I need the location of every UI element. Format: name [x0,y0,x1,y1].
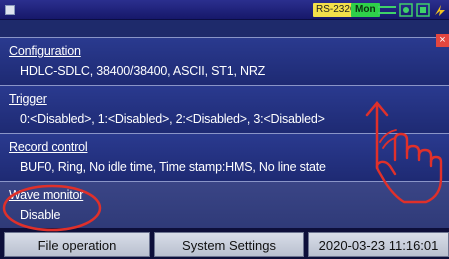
wave-monitor-title[interactable]: Wave monitor [9,188,83,202]
record-icon [399,3,413,17]
trigger-panel[interactable]: Trigger 0:<Disabled>, 1:<Disabled>, 2:<D… [0,85,449,133]
record-control-title[interactable]: Record control [9,140,88,154]
trigger-title[interactable]: Trigger [9,92,47,106]
file-operation-button[interactable]: File operation [4,232,150,257]
wave-monitor-value: Disable [20,208,61,222]
trigger-value: 0:<Disabled>, 1:<Disabled>, 2:<Disabled>… [20,112,325,126]
mode-badge: Mon [351,3,380,17]
port-status-icon [378,6,396,14]
close-icon[interactable]: × [436,34,449,47]
status-bar: RS-232C Mon [0,0,449,20]
configuration-value: HDLC-SDLC, 38400/38400, ASCII, ST1, NRZ [20,64,266,78]
record-control-value: BUF0, Ring, No idle time, Time stamp:HMS… [20,160,326,174]
configuration-panel[interactable]: Configuration HDLC-SDLC, 38400/38400, AS… [0,37,449,85]
datetime-display: 2020-03-23 11:16:01 [308,232,449,257]
configuration-title[interactable]: Configuration [9,44,81,58]
power-icon [435,5,445,16]
menu-icon[interactable] [5,5,15,15]
card-icon [416,3,430,17]
record-control-panel[interactable]: Record control BUF0, Ring, No idle time,… [0,133,449,181]
bottom-bar: File operation System Settings 2020-03-2… [0,228,449,259]
wave-monitor-panel[interactable]: Wave monitor Disable [0,181,449,229]
system-settings-button[interactable]: System Settings [154,232,304,257]
